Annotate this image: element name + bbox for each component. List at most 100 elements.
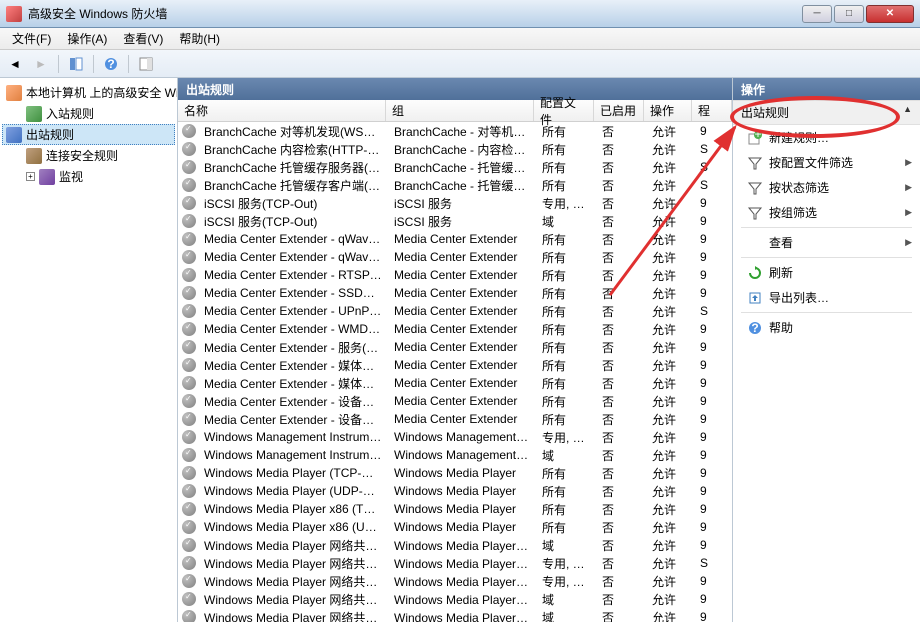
cell-enabled: 否	[596, 537, 646, 554]
show-hide-actions-button[interactable]	[135, 53, 157, 75]
action-filter-profile[interactable]: 按配置文件筛选 ▶	[733, 150, 920, 175]
rules-list[interactable]: BranchCache 对等机发现(WSD-Out)BranchCache - …	[178, 122, 732, 622]
cell-profile: 所有	[536, 231, 596, 248]
table-row[interactable]: BranchCache 对等机发现(WSD-Out)BranchCache - …	[178, 122, 732, 140]
table-row[interactable]: Windows Media Player 网络共享服务(…Windows Med…	[178, 554, 732, 572]
minimize-button[interactable]: ─	[802, 5, 832, 23]
view-icon	[747, 235, 763, 251]
table-row[interactable]: Windows Management Instrumentati…Windows…	[178, 428, 732, 446]
cell-program: 9	[694, 466, 732, 480]
table-row[interactable]: BranchCache 托管缓存客户端(HTTP-O…BranchCache -…	[178, 176, 732, 194]
table-row[interactable]: Windows Media Player 网络共享服务(…Windows Med…	[178, 608, 732, 622]
cell-program: 9	[694, 286, 732, 300]
table-row[interactable]: Windows Media Player 网络共享服务(…Windows Med…	[178, 572, 732, 590]
action-filter-state[interactable]: 按状态筛选 ▶	[733, 175, 920, 200]
menu-file[interactable]: 文件(F)	[4, 28, 59, 49]
cell-program: S	[694, 178, 732, 192]
table-row[interactable]: Media Center Extender - WMDRM-N…Media Ce…	[178, 320, 732, 338]
tree-root-node[interactable]: 本地计算机 上的高级安全 Win	[2, 82, 175, 103]
cell-enabled: 否	[596, 303, 646, 320]
action-export[interactable]: 导出列表…	[733, 285, 920, 310]
cell-profile: 域	[536, 213, 596, 230]
menu-view[interactable]: 查看(V)	[115, 28, 171, 49]
table-row[interactable]: Media Center Extender - 设备配置(TC…Media Ce…	[178, 392, 732, 410]
cell-group: BranchCache - 内容检索…	[388, 141, 536, 158]
cell-profile: 域	[536, 609, 596, 622]
nav-forward-button[interactable]: ►	[30, 53, 52, 75]
cell-enabled: 否	[596, 393, 646, 410]
rule-status-icon	[182, 502, 196, 516]
workspace: 本地计算机 上的高级安全 Win 入站规则 出站规则 连接安全规则 + 监视	[0, 78, 920, 622]
table-row[interactable]: Media Center Extender - 服务(TCP-O…Media C…	[178, 338, 732, 356]
cell-action: 允许	[646, 285, 694, 302]
cell-name: Media Center Extender - RTSP (TCP-…	[198, 268, 388, 282]
cell-action: 允许	[646, 303, 694, 320]
action-refresh[interactable]: 刷新	[733, 260, 920, 285]
action-help[interactable]: ? 帮助	[733, 315, 920, 340]
table-row[interactable]: Windows Media Player (UDP-Out)Windows Me…	[178, 482, 732, 500]
table-row[interactable]: Media Center Extender - SSDP (UDP-…Media…	[178, 284, 732, 302]
cell-program: 9	[694, 484, 732, 498]
maximize-button[interactable]: □	[834, 5, 864, 23]
chevron-right-icon: ▶	[905, 157, 912, 168]
action-view[interactable]: 查看 ▶	[733, 230, 920, 255]
table-row[interactable]: Windows Media Player (TCP-Out)Windows Me…	[178, 464, 732, 482]
table-row[interactable]: Media Center Extender - UPnP (TCP-…Media…	[178, 302, 732, 320]
column-header-program[interactable]: 程	[692, 100, 732, 121]
close-button[interactable]: ✕	[866, 5, 914, 23]
action-filter-group[interactable]: 按组筛选 ▶	[733, 200, 920, 225]
cell-name: Windows Media Player x86 (UDP-Out)	[198, 520, 388, 534]
cell-program: 9	[694, 502, 732, 516]
tree-monitor[interactable]: + 监视	[2, 166, 175, 187]
cell-program: 9	[694, 448, 732, 462]
tree-connection-rules[interactable]: 连接安全规则	[2, 145, 175, 166]
column-header-name[interactable]: 名称	[178, 100, 386, 121]
column-header-enabled[interactable]: 已启用	[594, 100, 644, 121]
table-row[interactable]: Media Center Extender - 媒体流(UDP-…Media C…	[178, 374, 732, 392]
rule-status-icon	[182, 124, 196, 138]
tree-inbound-rules[interactable]: 入站规则	[2, 103, 175, 124]
menu-action[interactable]: 操作(A)	[59, 28, 115, 49]
table-row[interactable]: iSCSI 服务(TCP-Out)iSCSI 服务专用, 公用否允许9	[178, 194, 732, 212]
action-new-rule[interactable]: + 新建规则…	[733, 125, 920, 150]
action-filter-state-label: 按状态筛选	[769, 179, 829, 196]
table-row[interactable]: Windows Management Instrumentati…Windows…	[178, 446, 732, 464]
action-export-label: 导出列表…	[769, 289, 829, 306]
expand-icon[interactable]: +	[26, 172, 35, 181]
rule-status-icon	[182, 538, 196, 552]
cell-program: 9	[694, 340, 732, 354]
table-row[interactable]: Windows Media Player 网络共享服务(…Windows Med…	[178, 590, 732, 608]
table-row[interactable]: Windows Media Player x86 (UDP-Out)Window…	[178, 518, 732, 536]
cell-enabled: 否	[596, 321, 646, 338]
table-row[interactable]: iSCSI 服务(TCP-Out)iSCSI 服务域否允许9	[178, 212, 732, 230]
table-row[interactable]: Media Center Extender - 设备验证(TC…Media Ce…	[178, 410, 732, 428]
cell-profile: 所有	[536, 123, 596, 140]
column-header-group[interactable]: 组	[386, 100, 534, 121]
table-row[interactable]: Media Center Extender - qWave (TCP…Media…	[178, 230, 732, 248]
cell-program: 9	[694, 592, 732, 606]
table-row[interactable]: Media Center Extender - 媒体流(TCP-…Media C…	[178, 356, 732, 374]
cell-profile: 所有	[536, 339, 596, 356]
cell-profile: 所有	[536, 285, 596, 302]
help-button[interactable]: ?	[100, 53, 122, 75]
table-row[interactable]: BranchCache 托管缓存服务器(HTTP-O…BranchCache -…	[178, 158, 732, 176]
cell-profile: 专用, 公用	[536, 195, 596, 212]
cell-enabled: 否	[596, 339, 646, 356]
nav-back-button[interactable]: ◄	[4, 53, 26, 75]
menu-help[interactable]: 帮助(H)	[171, 28, 228, 49]
cell-action: 允许	[646, 537, 694, 554]
tree-outbound-rules[interactable]: 出站规则	[2, 124, 175, 145]
cell-name: Windows Media Player (TCP-Out)	[198, 466, 388, 480]
column-header-profile[interactable]: 配置文件	[534, 100, 594, 121]
cell-action: 允许	[646, 429, 694, 446]
collapse-icon[interactable]: ▲	[903, 104, 912, 114]
table-row[interactable]: Windows Media Player 网络共享服务(…Windows Med…	[178, 536, 732, 554]
table-row[interactable]: Windows Media Player x86 (TCP-Out)Window…	[178, 500, 732, 518]
table-row[interactable]: BranchCache 内容检索(HTTP-Out)BranchCache - …	[178, 140, 732, 158]
table-row[interactable]: Media Center Extender - RTSP (TCP-…Media…	[178, 266, 732, 284]
help-icon: ?	[747, 320, 763, 336]
table-row[interactable]: Media Center Extender - qWave (UD…Media …	[178, 248, 732, 266]
column-header-action[interactable]: 操作	[644, 100, 692, 121]
cell-action: 允许	[646, 249, 694, 266]
show-hide-tree-button[interactable]	[65, 53, 87, 75]
